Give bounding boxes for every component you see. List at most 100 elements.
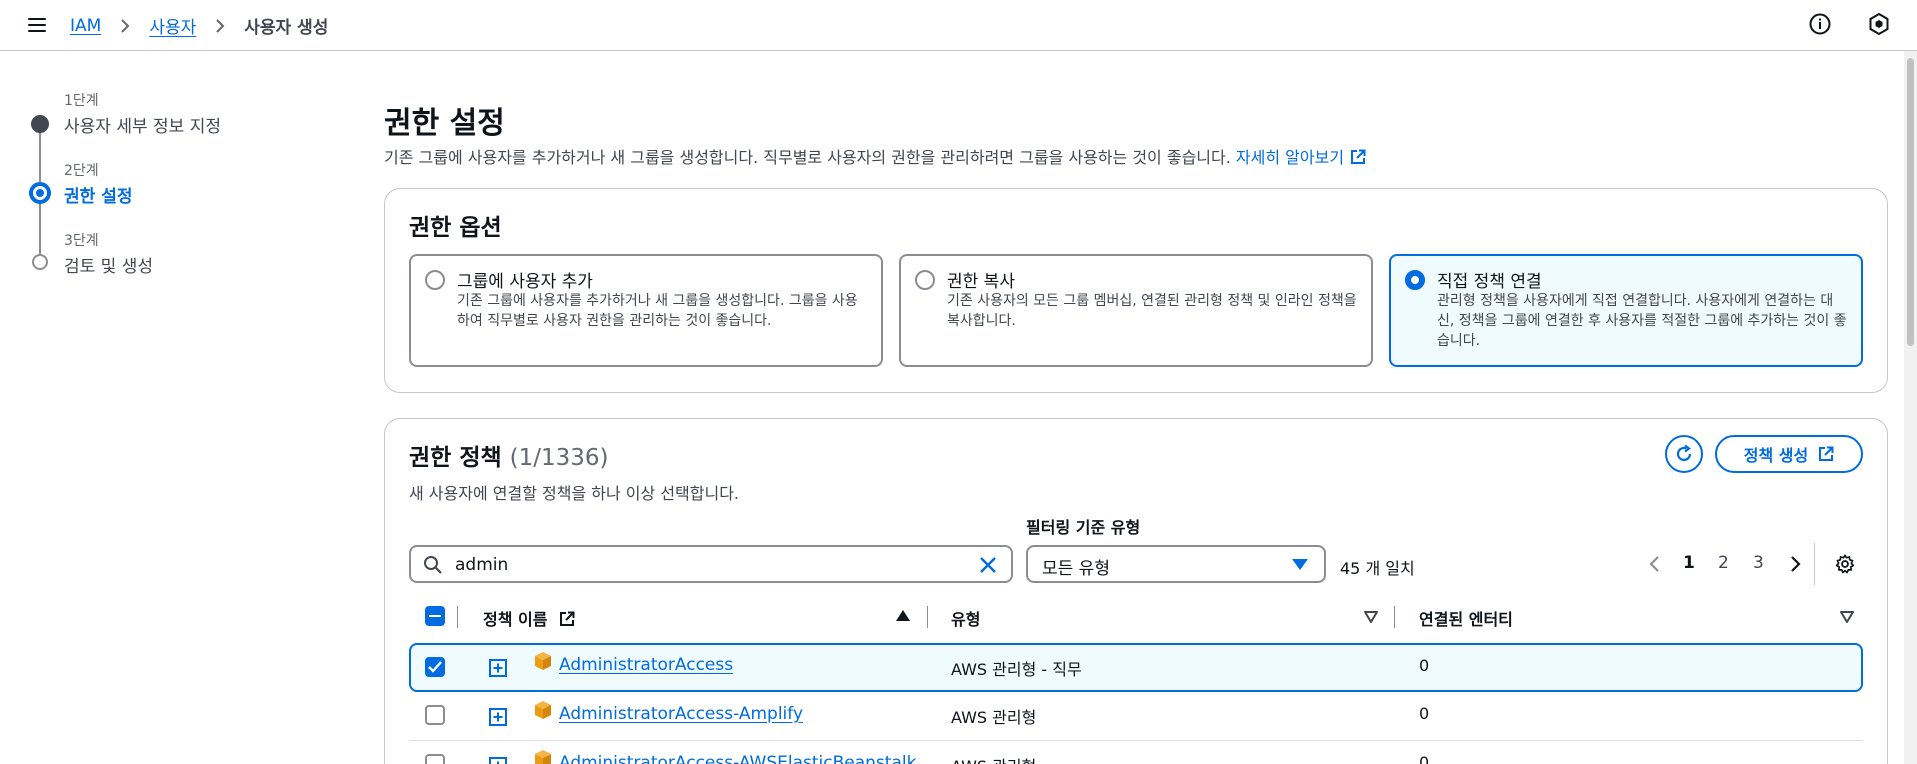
expand-icon[interactable] (489, 757, 507, 764)
page-description: 기존 그룹에 사용자를 추가하거나 새 그룹을 생성합니다. 직무별로 사용자의… (384, 144, 1366, 168)
step-2-dot (29, 182, 51, 204)
option-title: 권한 복사 (947, 272, 1015, 292)
radio-copy-permissions[interactable] (915, 270, 935, 290)
wizard-steps: 1단계 사용자 세부 정보 지정 2단계 권한 설정 3단계 검토 및 생성 (0, 51, 360, 351)
page-3[interactable]: 3 (1753, 553, 1764, 573)
filter-type-select[interactable]: 모든 유형 (1026, 545, 1326, 583)
check-icon (428, 661, 442, 673)
policy-name-link[interactable]: AdministratorAccess-AWSElasticBeanstalk (559, 753, 916, 764)
option-description: 기존 사용자의 모든 그룹 멤버십, 연결된 관리형 정책 및 인라인 정책을 … (947, 293, 1357, 329)
settings-icon[interactable] (1834, 553, 1856, 575)
column-policy-name[interactable]: 정책 이름 (483, 606, 575, 630)
column-type[interactable]: 유형 (951, 606, 980, 630)
option-description: 관리형 정책을 사용자에게 직접 연결합니다. 사용자에게 연결하는 대신, 정… (1437, 293, 1847, 349)
page-1[interactable]: 1 (1683, 553, 1695, 573)
chevron-right-icon[interactable] (1784, 553, 1806, 575)
table-header: 정책 이름 유형 연결된 엔터티 (409, 598, 1863, 634)
breadcrumb-users[interactable]: 사용자 (149, 13, 196, 38)
option-title: 직접 정책 연결 (1437, 272, 1542, 292)
table-row[interactable]: AdministratorAccess-AWSElasticBeanstalk … (409, 741, 1863, 764)
policies-title: 권한 정책 (1/1336) (409, 438, 609, 472)
step-3-label: 검토 및 생성 (64, 257, 154, 277)
sort-icon[interactable] (1839, 610, 1855, 624)
option-copy-permissions[interactable]: 권한 복사 기존 사용자의 모든 그룹 멤버십, 연결된 관리형 정책 및 인라… (899, 254, 1373, 367)
cube-icon (535, 652, 551, 670)
breadcrumb-iam[interactable]: IAM (70, 16, 101, 36)
step-1-dot (31, 115, 49, 133)
breadcrumb-current: 사용자 생성 (244, 18, 329, 38)
step-1-label[interactable]: 사용자 세부 정보 지정 (64, 112, 221, 137)
policies-title-text: 권한 정책 (409, 445, 502, 471)
permission-options-title: 권한 옵션 (409, 215, 502, 241)
close-icon[interactable] (977, 554, 999, 576)
policy-name-link[interactable]: AdministratorAccess (559, 655, 733, 675)
learn-more-label: 자세히 알아보기 (1235, 148, 1345, 167)
column-divider (1394, 606, 1395, 628)
refresh-button[interactable] (1665, 435, 1703, 473)
menu-icon[interactable] (25, 14, 49, 36)
option-attach-policies[interactable]: 직접 정책 연결 관리형 정책을 사용자에게 직접 연결합니다. 사용자에게 연… (1389, 254, 1863, 367)
chevron-left-icon[interactable] (1644, 553, 1666, 575)
policy-search[interactable] (409, 545, 1013, 583)
table-row[interactable]: AdministratorAccess AWS 관리형 - 직무 0 (409, 643, 1863, 692)
column-policy-name-label: 정책 이름 (483, 610, 548, 629)
policy-name-link[interactable]: AdministratorAccess-Amplify (559, 704, 803, 724)
column-entities[interactable]: 연결된 엔터티 (1419, 606, 1513, 630)
policy-type: AWS 관리형 - 직무 (951, 660, 1082, 679)
step-connector (39, 203, 41, 257)
chevron-right-icon (216, 18, 225, 33)
option-add-to-group[interactable]: 그룹에 사용자 추가 기존 그룹에 사용자를 추가하거나 새 그룹을 생성합니다… (409, 254, 883, 367)
filter-type-value: 모든 유형 (1042, 559, 1110, 579)
policies-description: 새 사용자에 연결할 정책을 하나 이상 선택합니다. (409, 484, 740, 503)
cube-icon (535, 701, 551, 719)
external-link-icon (1351, 149, 1366, 164)
step-connector (39, 133, 41, 182)
chevron-right-icon (121, 18, 130, 33)
expand-icon[interactable] (489, 708, 507, 726)
row-checkbox[interactable] (425, 657, 445, 677)
search-input[interactable] (455, 553, 955, 577)
step-3-dot (32, 254, 48, 270)
hexagon-icon[interactable] (1867, 12, 1891, 36)
row-checkbox[interactable] (425, 754, 445, 764)
select-all-checkbox[interactable] (425, 606, 445, 626)
match-count: 45 개 일치 (1340, 559, 1415, 578)
option-title: 그룹에 사용자 추가 (457, 272, 593, 292)
policies-count: (1/1336) (509, 445, 609, 471)
filter-type-label: 필터링 기준 유형 (1026, 518, 1141, 537)
radio-add-to-group[interactable] (425, 270, 445, 290)
page-description-text: 기존 그룹에 사용자를 추가하거나 새 그룹을 생성합니다. 직무별로 사용자의… (384, 148, 1231, 167)
create-policy-button[interactable]: 정책 생성 (1715, 435, 1863, 473)
info-icon[interactable] (1808, 12, 1832, 36)
step-2-label: 권한 설정 (64, 187, 133, 207)
expand-icon[interactable] (489, 659, 507, 677)
row-checkbox[interactable] (425, 705, 445, 725)
external-link-icon (560, 611, 575, 626)
column-divider (457, 606, 458, 628)
column-divider (927, 606, 928, 628)
step-3-number: 3단계 (64, 233, 99, 249)
sort-ascending-icon[interactable] (896, 610, 910, 621)
page-2[interactable]: 2 (1718, 553, 1729, 573)
sort-icon[interactable] (1363, 610, 1379, 624)
create-policy-label: 정책 생성 (1743, 446, 1809, 465)
page-title: 권한 설정 (384, 106, 505, 141)
step-1-number: 1단계 (64, 93, 99, 109)
option-description: 기존 그룹에 사용자를 추가하거나 새 그룹을 생성합니다. 그룹을 사용하여 … (457, 293, 858, 329)
search-icon (424, 556, 442, 574)
learn-more-link[interactable]: 자세히 알아보기 (1236, 148, 1366, 167)
caret-down-icon (1292, 559, 1308, 570)
table-row[interactable]: AdministratorAccess-Amplify AWS 관리형 0 (409, 692, 1863, 741)
radio-attach-policies[interactable] (1405, 270, 1425, 290)
step-2-number: 2단계 (64, 163, 99, 179)
policy-entities: 0 (1419, 656, 1430, 675)
policy-type: AWS 관리형 (951, 753, 1036, 764)
top-bar: IAM 사용자 사용자 생성 (0, 0, 1917, 51)
policy-entities: 0 (1419, 753, 1430, 764)
refresh-icon (1676, 444, 1692, 462)
policy-entities: 0 (1419, 704, 1430, 723)
scrollbar-thumb[interactable] (1907, 58, 1914, 346)
policy-type: AWS 관리형 (951, 708, 1037, 727)
pager-divider (1814, 543, 1815, 585)
cube-icon (535, 750, 551, 764)
